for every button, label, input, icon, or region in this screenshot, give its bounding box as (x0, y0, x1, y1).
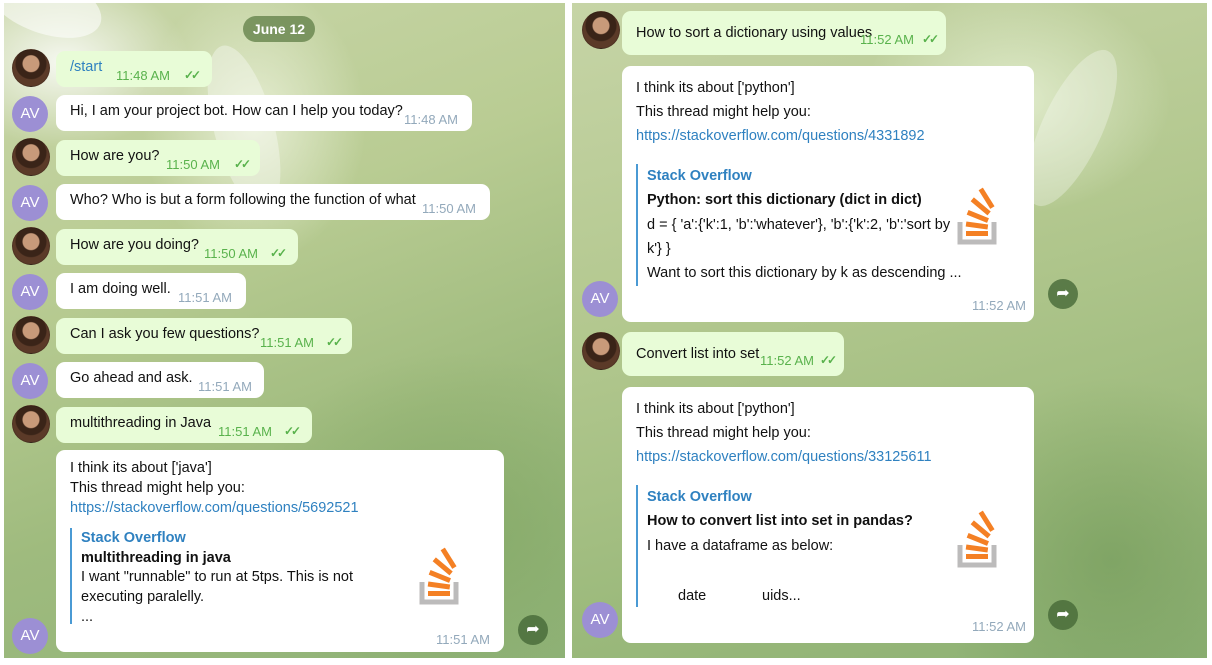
bot-avatar[interactable]: AV (12, 96, 48, 132)
message-time: 11:52 AM (972, 298, 1026, 313)
user-avatar[interactable] (582, 332, 620, 370)
message-text: Convert list into set (636, 346, 760, 362)
message-text: This thread might help you: (636, 425, 811, 441)
message-time: 11:52 AM (860, 32, 914, 47)
message-time: 11:48 AM (404, 112, 458, 127)
message-outgoing: Convert list into set 11:52 AM ✓✓ (622, 332, 844, 376)
double-check-icon: ✓✓ (326, 335, 343, 349)
message-outgoing: How to sort a dictionary using values 11… (622, 11, 946, 55)
preview-table-cell: uids... (762, 588, 801, 604)
message-incoming-link-preview: I think its about ['python'] This thread… (622, 66, 1034, 322)
preview-description: k'} } (647, 241, 671, 257)
message-time: 11:51 AM (218, 424, 272, 439)
message-text: I think its about ['python'] (636, 80, 795, 96)
message-time: 11:51 AM (198, 379, 252, 394)
message-time: 11:48 AM (116, 68, 170, 83)
thread-link[interactable]: https://stackoverflow.com/questions/5692… (70, 500, 359, 516)
message-text: How to sort a dictionary using values (636, 25, 873, 41)
message-time: 11:50 AM (204, 246, 258, 261)
message-incoming-link-preview: I think its about ['python'] This thread… (622, 387, 1034, 643)
message-incoming: Go ahead and ask. 11:51 AM (56, 362, 264, 398)
message-text: How are you? (70, 148, 160, 164)
message-text: Hi, I am your project bot. How can I hel… (70, 103, 403, 119)
message-outgoing: How are you? 11:50 AM ✓✓ (56, 140, 260, 176)
preview-site-name: Stack Overflow (647, 489, 752, 505)
message-incoming: Who? Who is but a form following the fun… (56, 184, 490, 220)
user-avatar[interactable] (12, 49, 50, 87)
preview-title: multithreading in java (81, 550, 231, 566)
message-incoming: I am doing well. 11:51 AM (56, 273, 246, 309)
message-time: 11:50 AM (166, 157, 220, 172)
bot-avatar[interactable]: AV (12, 363, 48, 399)
preview-site-name: Stack Overflow (81, 530, 186, 546)
double-check-icon: ✓✓ (234, 157, 251, 171)
bot-avatar[interactable]: AV (582, 281, 618, 317)
message-text: How are you doing? (70, 237, 199, 253)
chat-panel-left: June 12 /start 11:48 AM ✓✓ AV Hi, I am y… (4, 3, 565, 658)
preview-description: d = { 'a':{'k':1, 'b':'whatever'}, 'b':{… (647, 217, 951, 233)
message-text: I am doing well. (70, 281, 171, 297)
stackoverflow-logo-icon (419, 547, 459, 605)
message-text: I think its about ['java'] (70, 460, 212, 476)
preview-title: Python: sort this dictionary (dict in di… (647, 192, 922, 208)
double-check-icon: ✓✓ (820, 353, 837, 367)
user-avatar[interactable] (12, 405, 50, 443)
message-time: 11:52 AM (972, 619, 1026, 634)
message-time: 11:52 AM (760, 353, 814, 368)
message-text: Can I ask you few questions? (70, 326, 260, 342)
double-check-icon: ✓✓ (284, 424, 301, 438)
message-text: Go ahead and ask. (70, 370, 193, 386)
bot-avatar[interactable]: AV (582, 602, 618, 638)
message-time: 11:51 AM (260, 335, 314, 350)
share-arrow-icon[interactable]: ➦ (1048, 279, 1078, 309)
user-avatar[interactable] (12, 227, 50, 265)
message-outgoing: multithreading in Java 11:51 AM ✓✓ (56, 407, 312, 443)
message-incoming-link-preview: I think its about ['java'] This thread m… (56, 450, 504, 652)
user-avatar[interactable] (12, 316, 50, 354)
message-outgoing: How are you doing? 11:50 AM ✓✓ (56, 229, 298, 265)
background-petal (4, 3, 111, 52)
preview-site-name: Stack Overflow (647, 168, 752, 184)
message-time: 11:51 AM (178, 290, 232, 305)
thread-link[interactable]: https://stackoverflow.com/questions/3312… (636, 449, 932, 465)
share-arrow-icon[interactable]: ➦ (518, 615, 548, 645)
bot-avatar[interactable]: AV (12, 618, 48, 654)
message-text: multithreading in Java (70, 415, 212, 431)
bot-avatar[interactable]: AV (12, 274, 48, 310)
preview-table-cell: date (678, 588, 707, 604)
message-time: 11:50 AM (422, 201, 476, 216)
user-avatar[interactable] (12, 138, 50, 176)
message-text: This thread might help you: (70, 480, 245, 496)
bot-avatar[interactable]: AV (12, 185, 48, 221)
message-time: 11:51 AM (436, 632, 490, 647)
double-check-icon: ✓✓ (922, 32, 939, 46)
double-check-icon: ✓✓ (184, 68, 201, 82)
message-text: I think its about ['python'] (636, 401, 795, 417)
date-separator: June 12 (243, 16, 315, 42)
preview-description: Want to sort this dictionary by k as des… (647, 265, 962, 281)
stackoverflow-logo-icon (957, 510, 997, 568)
message-text: Who? Who is but a form following the fun… (70, 192, 416, 208)
message-outgoing: /start 11:48 AM ✓✓ (56, 51, 212, 87)
message-incoming: Hi, I am your project bot. How can I hel… (56, 95, 472, 131)
preview-description: I want "runnable" to run at 5tps. This i… (81, 569, 353, 585)
stackoverflow-logo-icon (957, 187, 997, 245)
thread-link[interactable]: https://stackoverflow.com/questions/4331… (636, 128, 925, 144)
double-check-icon: ✓✓ (270, 246, 287, 260)
preview-description: executing paralelly. (81, 589, 205, 605)
preview-description: ... (81, 609, 94, 625)
message-text: This thread might help you: (636, 104, 811, 120)
share-arrow-icon[interactable]: ➦ (1048, 600, 1078, 630)
message-outgoing: Can I ask you few questions? 11:51 AM ✓✓ (56, 318, 352, 354)
command-text[interactable]: /start (70, 59, 102, 75)
user-avatar[interactable] (582, 11, 620, 49)
chat-panel-right: How to sort a dictionary using values 11… (572, 3, 1207, 658)
preview-title: How to convert list into set in pandas? (647, 513, 913, 529)
preview-description: I have a dataframe as below: (647, 538, 834, 554)
